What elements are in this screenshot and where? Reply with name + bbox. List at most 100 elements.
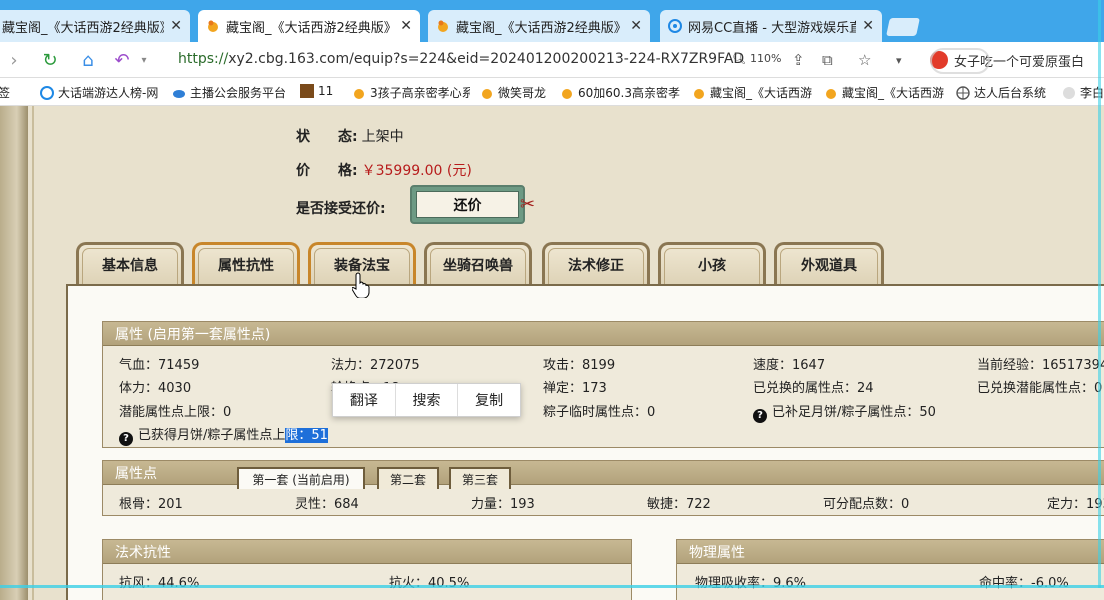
chevron-down-icon[interactable]: ▾ <box>134 50 154 70</box>
zoom-icon: 🔍︎ <box>732 52 746 65</box>
globe-icon <box>956 85 970 100</box>
tab-set-two[interactable]: 第二套 <box>377 467 439 489</box>
watermark-logo <box>930 48 990 74</box>
tab-spell-correction[interactable]: 法术修正 <box>542 242 650 284</box>
selection-overlay-line <box>0 585 1104 588</box>
tab-children[interactable]: 小孩 <box>658 242 766 284</box>
selection-overlay-line <box>1098 0 1101 588</box>
stat-potential-cap: 潜能属性点上限：0 <box>119 405 232 420</box>
close-icon[interactable]: ✕ <box>862 18 874 34</box>
tab-title: 藏宝阁_《大话西游2经典版》交 <box>226 20 395 36</box>
stat-focus: 定力：193 <box>1047 497 1104 512</box>
zoom-indicator[interactable]: 🔍︎ 110% <box>732 52 781 65</box>
frame-line <box>32 106 34 600</box>
tab-set-one[interactable]: 第一套 (当前启用) <box>237 467 365 489</box>
close-icon[interactable]: ✕ <box>630 18 642 34</box>
bookmark-item[interactable]: 11 <box>300 84 342 98</box>
stat-meditation: 禅定：173 <box>543 381 607 396</box>
browser-tab-3[interactable]: 藏宝阁_《大话西游2经典版》交 ✕ <box>428 10 650 42</box>
stat-hp: 气血：71459 <box>119 358 200 373</box>
counter-offer-button[interactable]: 还价 <box>410 185 525 224</box>
zoom-level: 110% <box>749 52 782 65</box>
cc-live-icon <box>668 19 682 33</box>
tab-set-three[interactable]: 第三套 <box>449 467 511 489</box>
bookmark-item[interactable]: 大话端游达人榜-网 <box>40 84 162 101</box>
counter-offer-row: 是否接受还价: <box>296 198 386 218</box>
scissors-icon: ✂ <box>520 194 536 215</box>
bookmark-item[interactable]: 微笑哥龙 <box>480 84 552 101</box>
reload-icon[interactable]: ↻ <box>40 50 60 71</box>
translate-menu-item[interactable]: 翻译 <box>333 384 396 416</box>
bookmark-item[interactable]: 藏宝阁_《大话西游 <box>824 84 948 101</box>
section-title: 法术抗性 <box>103 540 631 564</box>
stat-mooncake-filled: ? 已补足月饼/粽子属性点：50 <box>753 401 936 423</box>
bookmark-item[interactable]: 主播公会服务平台 <box>172 84 292 101</box>
stat-attack: 攻击：8199 <box>543 358 616 373</box>
tab-appearance[interactable]: 外观道具 <box>774 242 884 284</box>
browser-tab-1[interactable]: 藏宝阁_《大话西游2经典版》交 ✕ <box>0 10 190 42</box>
bookmark-icon <box>692 86 706 100</box>
stat-speed: 速度：1647 <box>753 358 826 373</box>
search-menu-item[interactable]: 搜索 <box>396 384 459 416</box>
bookmark-item[interactable]: 60加60.3高亲密孝 <box>560 84 684 101</box>
browser-tab-4[interactable]: 网易CC直播 - 大型游戏娱乐直播 ✕ <box>660 10 882 42</box>
bookmark-item[interactable]: 达人后台系统 <box>956 84 1056 101</box>
stat-mooncake-cap: ? 已获得月饼/粽子属性点上限：51 <box>119 424 328 446</box>
cbg-logo-icon <box>206 19 220 33</box>
stat-spirit: 灵性：684 <box>295 497 359 512</box>
price-label: 价 格: <box>296 163 358 179</box>
stat-strength: 力量：193 <box>471 497 535 512</box>
cbg-logo-icon <box>436 19 450 33</box>
forward-icon[interactable]: › <box>4 50 24 71</box>
stat-physical-absorb: 物理吸收率：9.6% <box>695 576 807 591</box>
bookmark-icon <box>1062 86 1076 100</box>
page-content: 状 态: 上架中 价 格: ￥35999.00 (元) 是否接受还价: 还价 ✂… <box>0 106 1104 600</box>
browser-tab-2[interactable]: 藏宝阁_《大话西游2经典版》交 ✕ <box>198 10 420 42</box>
stat-exp: 当前经验：16517394 <box>977 358 1104 373</box>
undo-icon[interactable]: ↶ <box>112 50 132 71</box>
stat-wind-resist: 抗风：44.6% <box>119 576 200 591</box>
tab-mounts-summons[interactable]: 坐骑召唤兽 <box>424 242 532 284</box>
status-row: 状 态: 上架中 <box>296 126 404 146</box>
browser-tab-bar: 藏宝阁_《大话西游2经典版》交 ✕ 藏宝阁_《大话西游2经典版》交 ✕ 藏宝阁_… <box>0 0 1104 42</box>
bookmark-item[interactable]: 藏宝阁_《大话西游 <box>692 84 816 101</box>
stat-free-points: 可分配点数：0 <box>823 497 910 512</box>
stat-root: 根骨：201 <box>119 497 183 512</box>
url-field[interactable]: https://xy2.cbg.163.com/equip?s=224&eid=… <box>178 51 744 67</box>
home-icon[interactable]: ⌂ <box>78 50 98 71</box>
copy-menu-item[interactable]: 复制 <box>458 384 520 416</box>
attributes-section: 属性 (启用第一套属性点) 气血：71459 法力：272075 攻击：8199… <box>102 321 1104 448</box>
stat-stamina: 体力：4030 <box>119 381 192 396</box>
status-value: 上架中 <box>361 129 404 145</box>
bookmark-item[interactable]: 3孩子高亲密孝心系 <box>352 84 470 101</box>
status-label: 状 态: <box>296 129 358 145</box>
section-title: 属性 (启用第一套属性点) <box>103 322 1104 346</box>
tab-title: 藏宝阁_《大话西游2经典版》交 <box>2 20 164 36</box>
tab-basic-info[interactable]: 基本信息 <box>76 242 184 284</box>
stat-zongzi-temp: 粽子临时属性点：0 <box>543 405 656 420</box>
bookmark-item[interactable]: 签 <box>0 84 20 101</box>
tab-attributes[interactable]: 属性抗性 <box>192 242 300 284</box>
bookmark-icon <box>824 86 838 100</box>
bookmark-icon <box>300 84 314 98</box>
chevron-down-icon[interactable]: ▾ <box>896 54 902 67</box>
url-scheme: https:// <box>178 51 229 67</box>
stat-agility: 敏捷：722 <box>647 497 711 512</box>
counter-offer-label: 还价 <box>416 191 519 218</box>
screenshot-icon[interactable]: ⧉ <box>822 51 833 69</box>
help-icon[interactable]: ? <box>753 408 767 423</box>
bookmark-icon <box>172 86 186 100</box>
price-row: 价 格: ￥35999.00 (元) <box>296 160 472 180</box>
share-icon[interactable]: ⇪ <box>792 51 805 69</box>
bookmark-icon <box>352 86 366 100</box>
close-icon[interactable]: ✕ <box>400 18 412 34</box>
stat-exchanged-points: 已兑换的属性点：24 <box>753 381 874 396</box>
hand-cursor-icon <box>351 272 370 302</box>
help-icon[interactable]: ? <box>119 431 133 446</box>
star-icon[interactable]: ☆ <box>858 51 871 69</box>
new-tab-button[interactable] <box>886 18 920 36</box>
stat-fire-resist: 抗火：40.5% <box>389 576 470 591</box>
selected-text: 限：51 <box>285 428 328 443</box>
bookmark-icon <box>480 86 494 100</box>
close-icon[interactable]: ✕ <box>170 18 182 34</box>
